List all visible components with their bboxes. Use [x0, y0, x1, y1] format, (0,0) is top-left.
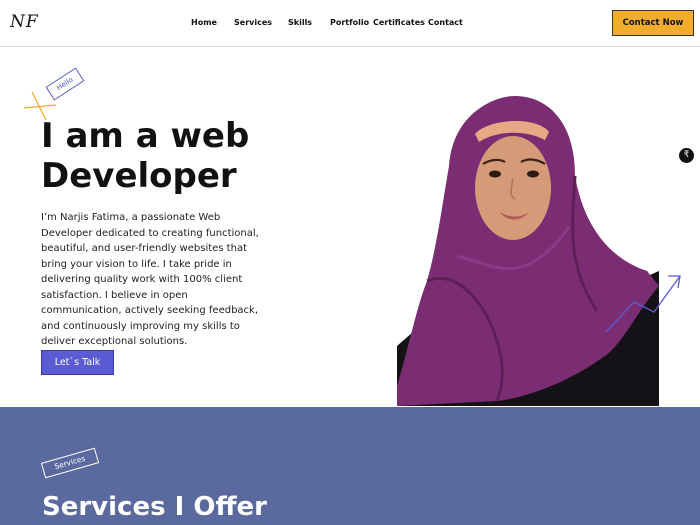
contact-now-button[interactable]: Contact Now — [612, 10, 694, 36]
trend-arrow-icon — [605, 275, 681, 333]
hero-title-line-1: I am a web — [41, 116, 250, 156]
nav-item-portfolio[interactable]: Portfolio — [330, 18, 369, 27]
nav-item-skills[interactable]: Skills — [288, 18, 312, 27]
nav-item-services[interactable]: Services — [234, 18, 272, 27]
top-navbar: NF Home Services Skills Portfolio Certif… — [0, 0, 700, 47]
nav-item-home[interactable]: Home — [191, 18, 217, 27]
nav-item-certificates[interactable]: Certificates — [373, 18, 425, 27]
hero-title-line-2: Developer — [41, 156, 237, 196]
services-title: Services I Offer — [42, 492, 267, 522]
currency-badge-icon[interactable]: ₹ — [679, 148, 694, 163]
profile-photo — [397, 96, 659, 406]
lets-talk-button[interactable]: Let`s Talk — [41, 350, 114, 375]
hero-title: I am a web Developer — [41, 116, 249, 196]
site-logo[interactable]: NF — [10, 12, 39, 32]
nav-item-contact[interactable]: Contact — [428, 18, 463, 27]
hero-description: I’m Narjis Fatima, a passionate Web Deve… — [41, 212, 259, 347]
